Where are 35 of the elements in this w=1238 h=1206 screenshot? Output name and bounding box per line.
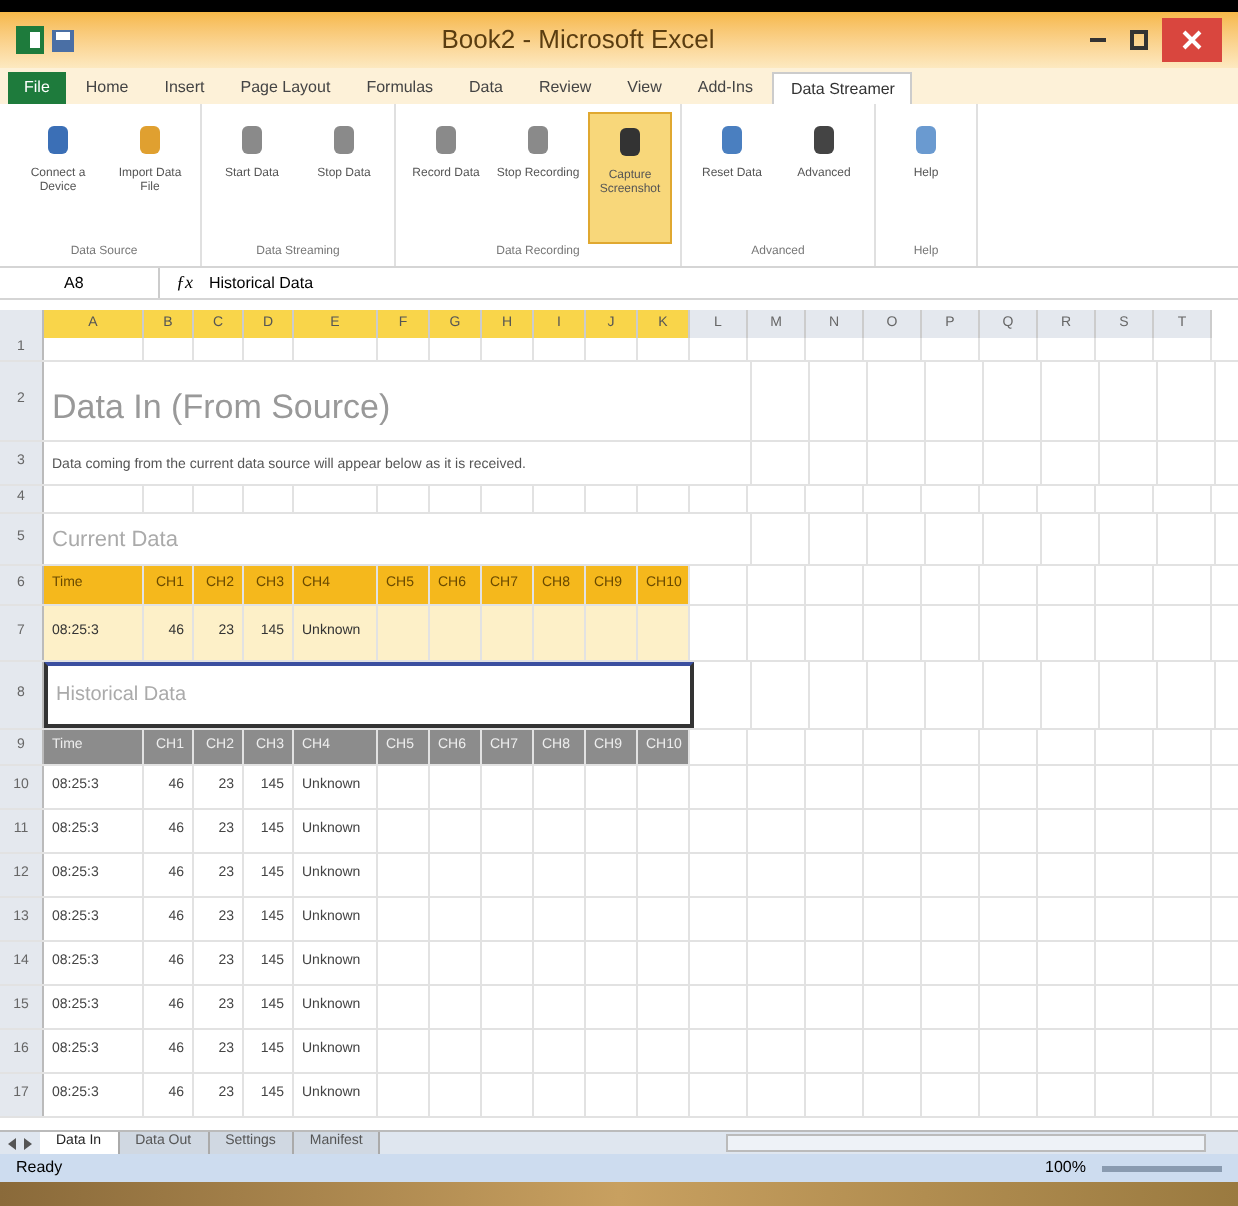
tool-icon xyxy=(136,120,164,160)
ribbon-tab[interactable]: View xyxy=(611,72,678,104)
ribbon-tab[interactable]: Formulas xyxy=(350,72,450,104)
tool-icon xyxy=(912,120,940,160)
ribbon-tab[interactable]: Data Streamer xyxy=(772,72,913,104)
formula-field[interactable]: Historical Data xyxy=(209,268,1238,298)
function-button[interactable]: ƒx xyxy=(176,269,193,297)
tool-icon xyxy=(330,120,358,160)
file-tab[interactable]: File xyxy=(8,72,66,104)
tool-icon xyxy=(238,120,266,160)
ribbon-tab[interactable]: Review xyxy=(522,72,608,104)
tool-icon xyxy=(432,120,460,160)
sheet-navigation-icon[interactable] xyxy=(8,1137,32,1149)
section-heading: Current Data xyxy=(52,525,178,555)
ribbon-tab[interactable]: Data xyxy=(453,72,519,104)
window-title: Book2 - Microsoft Excel xyxy=(439,22,717,59)
name-box[interactable]: A8 xyxy=(0,268,160,298)
tool-icon xyxy=(524,120,552,160)
tool-icon xyxy=(810,120,838,160)
tool-icon xyxy=(44,120,72,160)
ribbon-tab[interactable]: Home xyxy=(69,72,145,104)
sheet-title: Data In (From Source) xyxy=(52,385,391,429)
tool-icon xyxy=(718,120,746,160)
excel-icon xyxy=(16,26,44,54)
restore-icon[interactable] xyxy=(1129,30,1147,50)
ribbon-tab[interactable]: Insert xyxy=(148,72,221,104)
close-icon xyxy=(1182,30,1202,50)
save-icon[interactable] xyxy=(52,29,74,51)
zoom-level[interactable]: 100% xyxy=(1045,1156,1086,1180)
close-button[interactable] xyxy=(1162,18,1222,62)
ribbon-tab[interactable]: Add-Ins xyxy=(681,72,769,104)
horizontal-scrollbar[interactable] xyxy=(726,1134,1206,1152)
ribbon-tab[interactable]: Page Layout xyxy=(224,72,347,104)
tool-icon xyxy=(616,122,644,162)
status-text: Ready xyxy=(16,1156,63,1180)
